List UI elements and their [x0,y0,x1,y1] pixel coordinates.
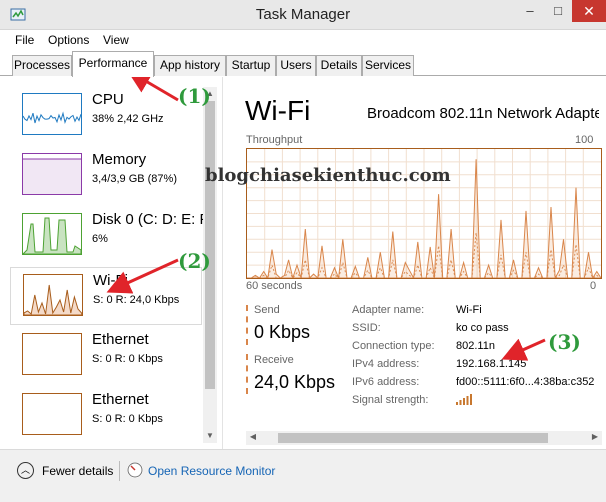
performance-content: CPU 38% 2,42 GHz Memory 3,4/3,9 GB (87%)… [0,77,606,449]
scroll-right-icon[interactable]: ▶ [588,432,602,441]
scroll-left-icon[interactable]: ◀ [246,432,260,441]
resource-detail: S: 0 R: 24,0 Kbps [93,294,180,306]
menu-view[interactable]: View [103,33,129,47]
detail-horizontal-scrollbar[interactable]: ◀ ▶ [246,431,602,445]
time-span-label: 60 seconds [246,280,303,292]
resource-name: Wi-Fi [93,272,128,289]
throughput-min-label: 0 [590,280,597,292]
resource-name: Ethernet [92,331,149,348]
resource-wifi[interactable]: Wi-Fi S: 0 R: 24,0 Kbps [10,267,202,325]
watermark: blogchiasekienthuc.com [205,165,451,186]
resource-cpu[interactable]: CPU 38% 2,42 GHz [10,87,202,145]
tab-users[interactable]: Users [276,55,316,76]
resource-detail: 3,4/3,9 GB (87%) [92,173,177,185]
detail-value-ipv6: fd00::5111:6f0...4:38ba:c352 [456,376,595,388]
resource-disk[interactable]: Disk 0 (C: D: E: F: 6% [10,207,213,265]
disk-graph-thumbnail [22,213,82,255]
tab-app-history[interactable]: App history [154,55,226,76]
tab-performance[interactable]: Performance [72,51,154,77]
scrollbar-thumb[interactable] [205,101,215,389]
annotation-1: (1) [178,84,211,108]
resource-detail: 6% [92,233,108,245]
detail-value-adapter-name: Wi-Fi [456,304,482,316]
detail-value-connection-type: 802.11n [456,340,495,352]
detail-key-adapter-name: Adapter name: [352,304,425,316]
throughput-max-label: 100 [575,134,594,146]
detail-key-ssid: SSID: [352,322,381,334]
tab-startup[interactable]: Startup [226,55,276,76]
resource-detail: S: 0 R: 0 Kbps [92,353,163,365]
resource-title: Wi-Fi [245,95,311,126]
tab-details[interactable]: Details [316,55,362,76]
tab-services[interactable]: Services [362,55,414,76]
footer: ︿ Fewer details Open Resource Monitor [0,449,606,502]
send-label: Send [254,304,280,316]
open-resource-monitor-link[interactable]: Open Resource Monitor [148,464,275,478]
tab-bar: Processes Performance App history Startu… [0,50,606,77]
detail-value-ipv4: 192.168.1.145 [456,358,527,370]
menu-bar: File Options View [0,30,606,50]
throughput-label: Throughput [246,134,303,146]
annotation-2: (2) [178,249,211,273]
pane-divider[interactable] [222,77,223,449]
cpu-graph-thumbnail [22,93,82,135]
resource-ethernet-1[interactable]: Ethernet S: 0 R: 0 Kbps [10,327,202,385]
detail-key-connection-type: Connection type: [352,340,435,352]
detail-key-signal-strength: Signal strength: [352,394,429,406]
receive-label: Receive [254,354,294,366]
footer-divider [119,461,120,481]
fewer-details-button[interactable]: Fewer details [42,464,113,478]
detail-value-ssid: ko co pass [456,322,509,334]
resource-memory[interactable]: Memory 3,4/3,9 GB (87%) [10,147,202,205]
annotation-3: (3) [548,330,581,354]
resource-name: CPU [92,91,124,108]
resource-name: Memory [92,151,147,168]
memory-graph-thumbnail [22,153,82,195]
wifi-graph-thumbnail [23,274,83,316]
chevron-up-icon[interactable]: ︿ [17,462,34,479]
menu-file[interactable]: File [15,33,34,47]
scroll-down-icon[interactable]: ▼ [203,431,217,440]
resource-ethernet-2[interactable]: Ethernet S: 0 R: 0 Kbps [10,387,202,443]
resource-detail: 38% 2,42 GHz [92,113,164,125]
tab-processes[interactable]: Processes [12,55,72,76]
close-button[interactable]: ✕ [572,0,606,22]
maximize-button[interactable]: □ [544,0,572,22]
signal-strength-icon [456,394,472,405]
detail-key-ipv6: IPv6 address: [352,376,420,388]
detail-key-ipv4: IPv4 address: [352,358,420,370]
adapter-name: Broadcom 802.11n Network Adapter [367,105,599,122]
ethernet-graph-thumbnail [22,393,82,435]
title-bar: Task Manager – □ ✕ [0,0,606,30]
minimize-button[interactable]: – [516,0,544,22]
send-indicator [246,305,249,345]
scrollbar-thumb[interactable] [278,433,548,443]
receive-value: 24,0 Kbps [254,372,336,392]
resource-name: Ethernet [92,391,149,408]
ethernet-graph-thumbnail [22,333,82,375]
send-value: 0 Kbps [254,322,311,342]
resource-detail: S: 0 R: 0 Kbps [92,413,163,425]
resource-name: Disk 0 (C: D: E: F: [92,211,213,228]
menu-options[interactable]: Options [48,33,89,47]
receive-indicator [246,354,249,394]
resource-monitor-icon[interactable] [127,462,143,478]
